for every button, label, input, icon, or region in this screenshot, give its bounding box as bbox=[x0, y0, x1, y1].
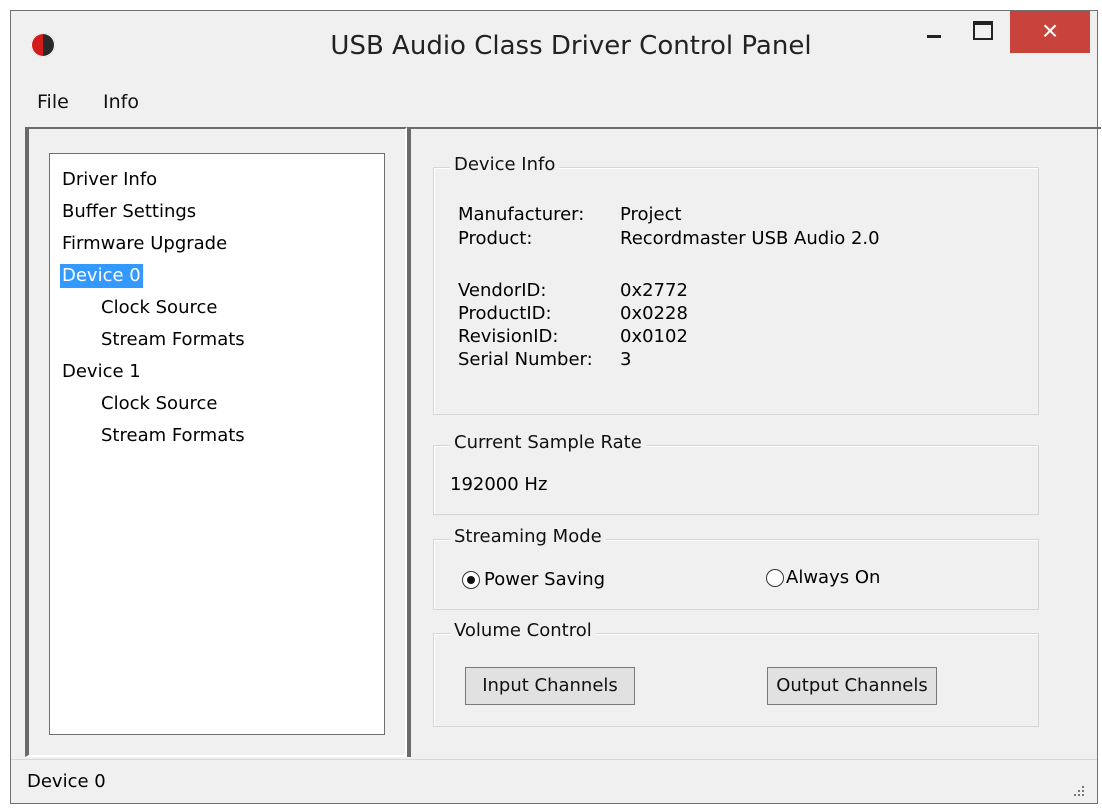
tree-item-buffer-settings[interactable]: Buffer Settings bbox=[62, 200, 196, 224]
serial-number-value: 3 bbox=[620, 349, 632, 370]
sample-rate-value: 192000 Hz bbox=[450, 474, 548, 495]
revision-id-value: 0x0102 bbox=[620, 326, 688, 347]
tree-item-driver-info[interactable]: Driver Info bbox=[62, 168, 157, 192]
streaming-mode-title: Streaming Mode bbox=[450, 526, 606, 547]
menu-file[interactable]: File bbox=[37, 91, 69, 113]
power-saving-radio[interactable] bbox=[462, 571, 480, 589]
product-id-label: ProductID: bbox=[458, 303, 552, 324]
always-on-radio[interactable] bbox=[766, 569, 784, 587]
product-id-value: 0x0228 bbox=[620, 303, 688, 324]
control-panel-window: USB Audio Class Driver Control Panel × F… bbox=[10, 10, 1101, 804]
tree-item-device-1-clock-source[interactable]: Clock Source bbox=[101, 392, 217, 416]
resize-grip-icon[interactable] bbox=[1072, 785, 1085, 798]
power-saving-label[interactable]: Power Saving bbox=[484, 569, 605, 590]
minimize-button[interactable] bbox=[917, 11, 951, 53]
tree-item-device-0-clock-source[interactable]: Clock Source bbox=[101, 296, 217, 320]
menu-bar: File Info bbox=[11, 84, 1097, 122]
navigation-tree[interactable]: Driver Info Buffer Settings Firmware Upg… bbox=[49, 153, 385, 735]
input-channels-button[interactable]: Input Channels bbox=[465, 667, 635, 705]
serial-number-label: Serial Number: bbox=[458, 349, 593, 370]
tree-item-device-0-stream-formats[interactable]: Stream Formats bbox=[101, 328, 245, 352]
app-icon[interactable] bbox=[31, 33, 55, 57]
tree-item-device-0[interactable]: Device 0 bbox=[60, 264, 143, 288]
maximize-button[interactable] bbox=[963, 11, 1001, 53]
status-bar: Device 0 bbox=[11, 759, 1097, 804]
status-text: Device 0 bbox=[27, 771, 106, 792]
product-value: Recordmaster USB Audio 2.0 bbox=[620, 228, 880, 249]
tree-item-firmware-upgrade[interactable]: Firmware Upgrade bbox=[62, 232, 227, 256]
tree-item-device-1-stream-formats[interactable]: Stream Formats bbox=[101, 424, 245, 448]
vendor-id-label: VendorID: bbox=[458, 280, 547, 301]
vendor-id-value: 0x2772 bbox=[620, 280, 688, 301]
revision-id-label: RevisionID: bbox=[458, 326, 559, 347]
device-info-group: Device Info Manufacturer: Project Produc… bbox=[433, 154, 1039, 415]
close-button[interactable]: × bbox=[1010, 11, 1090, 53]
volume-control-group: Volume Control Input Channels Output Cha… bbox=[433, 620, 1039, 727]
product-label: Product: bbox=[458, 228, 533, 249]
tree-item-device-1[interactable]: Device 1 bbox=[62, 360, 141, 384]
volume-control-title: Volume Control bbox=[450, 620, 596, 641]
streaming-mode-group: Streaming Mode Power Saving Always On bbox=[433, 526, 1039, 610]
always-on-label[interactable]: Always On bbox=[786, 567, 880, 588]
device-info-title: Device Info bbox=[450, 154, 560, 175]
manufacturer-label: Manufacturer: bbox=[458, 204, 585, 225]
window-title: USB Audio Class Driver Control Panel bbox=[330, 31, 812, 61]
sample-rate-title: Current Sample Rate bbox=[450, 432, 646, 453]
manufacturer-value: Project bbox=[620, 204, 682, 225]
output-channels-button[interactable]: Output Channels bbox=[767, 667, 937, 705]
sample-rate-group: Current Sample Rate 192000 Hz bbox=[433, 432, 1039, 515]
menu-info[interactable]: Info bbox=[103, 91, 139, 113]
title-bar[interactable]: USB Audio Class Driver Control Panel × bbox=[11, 11, 1097, 75]
